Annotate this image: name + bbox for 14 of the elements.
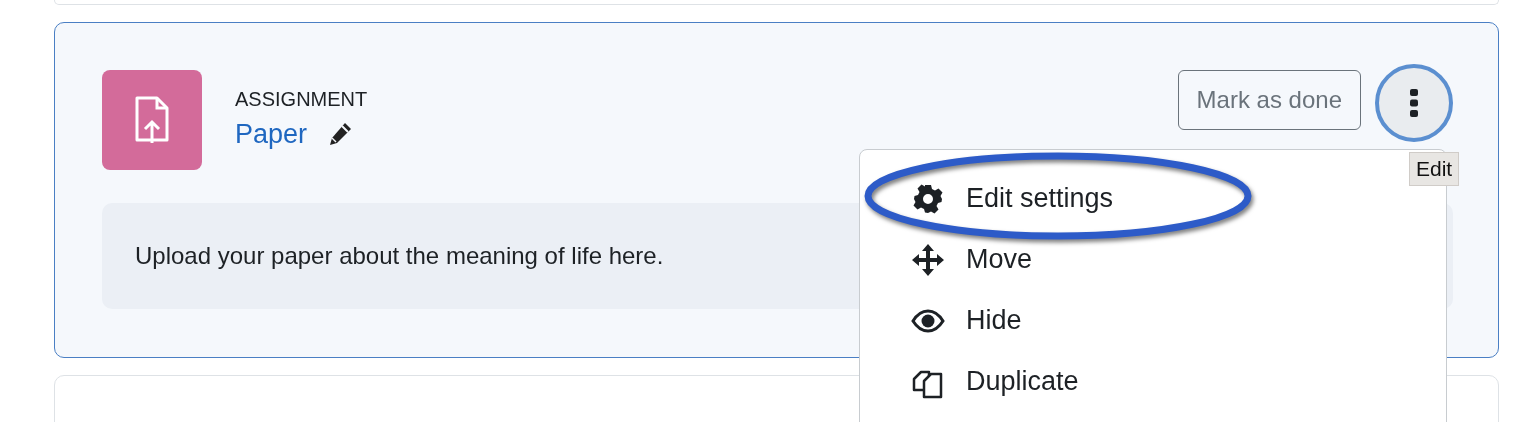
assignment-icon (102, 70, 202, 170)
description-text: Upload your paper about the meaning of life here. (135, 242, 664, 270)
eye-icon (911, 308, 945, 333)
activity-type: ASSIGNMENT (235, 88, 368, 110)
mark-as-done-button[interactable]: Mark as done (1177, 70, 1361, 130)
pencil-icon[interactable] (327, 121, 354, 147)
gear-icon (912, 182, 944, 215)
move-arrows-icon (911, 242, 945, 277)
activity-name-link[interactable]: Paper (235, 118, 308, 150)
menu-item[interactable]: Move (860, 229, 1446, 290)
tooltip: Edit (1409, 152, 1460, 186)
menu-item[interactable]: Hide (860, 290, 1446, 351)
kebab-icon (1410, 89, 1418, 117)
menu-item[interactable]: Duplicate (860, 351, 1446, 412)
